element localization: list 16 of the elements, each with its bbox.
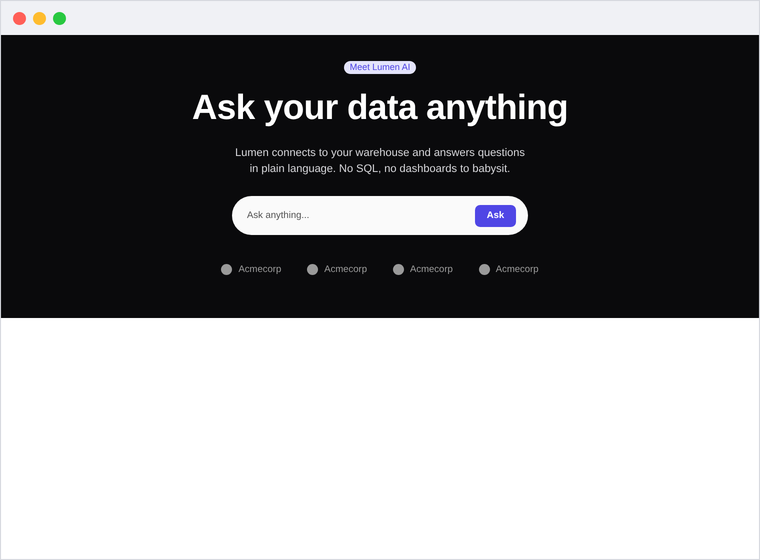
company-name: Acmecorp [324, 264, 367, 275]
subtitle: Lumen connects to your warehouse and answers questions in plain language. No SQL, no dashboards to babysit. [234, 146, 526, 177]
close-dot[interactable] [13, 12, 26, 24]
company-name: Acmecorp [238, 264, 282, 275]
logo-icon [393, 264, 404, 275]
company-name: Acmecorp [410, 264, 453, 275]
zoom-dot[interactable] [53, 12, 66, 24]
search-field[interactable]: Ask anything... Ask [232, 196, 528, 235]
announcement-badge: Meet Lumen AI [344, 61, 416, 74]
minimize-dot[interactable] [33, 12, 46, 24]
logo-icon [307, 264, 318, 275]
ask-button[interactable]: Ask [475, 204, 516, 226]
logo-icon [478, 264, 490, 275]
company-name: Acmecorp [496, 264, 539, 275]
headline: Ask your data anything [192, 88, 568, 128]
logo-icon [221, 264, 232, 275]
